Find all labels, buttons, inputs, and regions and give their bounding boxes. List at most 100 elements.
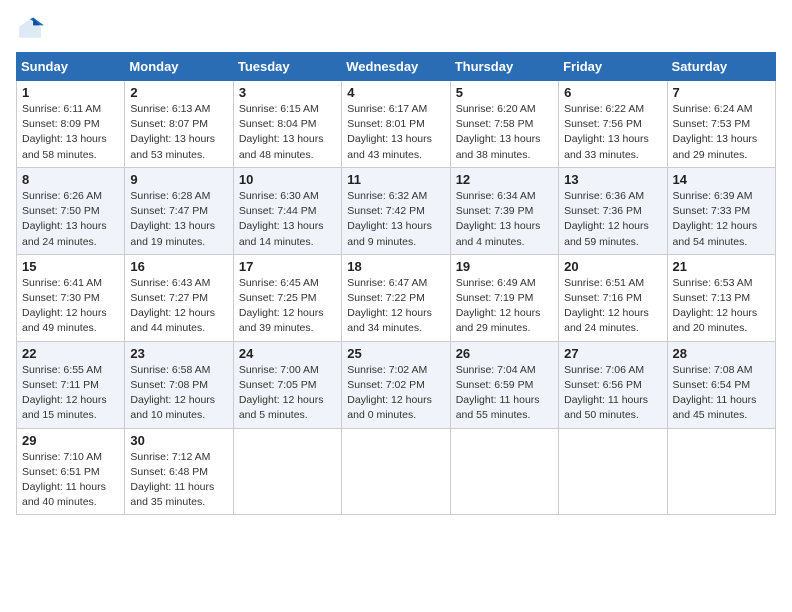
day-number: 22 (22, 346, 119, 361)
day-info: Sunrise: 7:08 AMSunset: 6:54 PMDaylight:… (673, 363, 770, 424)
day-number: 17 (239, 259, 336, 274)
day-info: Sunrise: 6:17 AMSunset: 8:01 PMDaylight:… (347, 102, 444, 163)
day-info: Sunrise: 7:12 AMSunset: 6:48 PMDaylight:… (130, 450, 227, 511)
calendar-cell: 28 Sunrise: 7:08 AMSunset: 6:54 PMDaylig… (667, 341, 775, 428)
day-number: 24 (239, 346, 336, 361)
day-number: 2 (130, 85, 227, 100)
day-header-sunday: Sunday (17, 53, 125, 81)
day-info: Sunrise: 6:53 AMSunset: 7:13 PMDaylight:… (673, 276, 770, 337)
day-info: Sunrise: 6:36 AMSunset: 7:36 PMDaylight:… (564, 189, 661, 250)
calendar-cell: 14 Sunrise: 6:39 AMSunset: 7:33 PMDaylig… (667, 167, 775, 254)
calendar-cell: 19 Sunrise: 6:49 AMSunset: 7:19 PMDaylig… (450, 254, 558, 341)
page-header (16, 16, 776, 44)
calendar-cell: 17 Sunrise: 6:45 AMSunset: 7:25 PMDaylig… (233, 254, 341, 341)
day-number: 15 (22, 259, 119, 274)
day-number: 8 (22, 172, 119, 187)
calendar-cell (342, 428, 450, 515)
calendar-cell: 12 Sunrise: 6:34 AMSunset: 7:39 PMDaylig… (450, 167, 558, 254)
logo-icon (16, 16, 44, 44)
day-info: Sunrise: 6:26 AMSunset: 7:50 PMDaylight:… (22, 189, 119, 250)
day-info: Sunrise: 6:51 AMSunset: 7:16 PMDaylight:… (564, 276, 661, 337)
calendar-cell: 24 Sunrise: 7:00 AMSunset: 7:05 PMDaylig… (233, 341, 341, 428)
day-info: Sunrise: 7:02 AMSunset: 7:02 PMDaylight:… (347, 363, 444, 424)
calendar-cell (559, 428, 667, 515)
calendar-cell: 26 Sunrise: 7:04 AMSunset: 6:59 PMDaylig… (450, 341, 558, 428)
day-header-monday: Monday (125, 53, 233, 81)
calendar-table: SundayMondayTuesdayWednesdayThursdayFrid… (16, 52, 776, 515)
calendar-cell: 1 Sunrise: 6:11 AMSunset: 8:09 PMDayligh… (17, 81, 125, 168)
day-info: Sunrise: 6:41 AMSunset: 7:30 PMDaylight:… (22, 276, 119, 337)
calendar-cell: 7 Sunrise: 6:24 AMSunset: 7:53 PMDayligh… (667, 81, 775, 168)
week-row-1: 1 Sunrise: 6:11 AMSunset: 8:09 PMDayligh… (17, 81, 776, 168)
day-number: 7 (673, 85, 770, 100)
calendar-cell: 16 Sunrise: 6:43 AMSunset: 7:27 PMDaylig… (125, 254, 233, 341)
calendar-cell: 27 Sunrise: 7:06 AMSunset: 6:56 PMDaylig… (559, 341, 667, 428)
calendar-cell: 21 Sunrise: 6:53 AMSunset: 7:13 PMDaylig… (667, 254, 775, 341)
day-number: 23 (130, 346, 227, 361)
week-row-2: 8 Sunrise: 6:26 AMSunset: 7:50 PMDayligh… (17, 167, 776, 254)
day-number: 14 (673, 172, 770, 187)
day-header-tuesday: Tuesday (233, 53, 341, 81)
day-number: 19 (456, 259, 553, 274)
day-info: Sunrise: 7:10 AMSunset: 6:51 PMDaylight:… (22, 450, 119, 511)
day-number: 1 (22, 85, 119, 100)
day-info: Sunrise: 7:06 AMSunset: 6:56 PMDaylight:… (564, 363, 661, 424)
calendar-cell: 18 Sunrise: 6:47 AMSunset: 7:22 PMDaylig… (342, 254, 450, 341)
day-header-saturday: Saturday (667, 53, 775, 81)
day-info: Sunrise: 6:24 AMSunset: 7:53 PMDaylight:… (673, 102, 770, 163)
day-info: Sunrise: 6:32 AMSunset: 7:42 PMDaylight:… (347, 189, 444, 250)
calendar-cell (667, 428, 775, 515)
calendar-cell: 6 Sunrise: 6:22 AMSunset: 7:56 PMDayligh… (559, 81, 667, 168)
calendar-cell: 4 Sunrise: 6:17 AMSunset: 8:01 PMDayligh… (342, 81, 450, 168)
day-number: 5 (456, 85, 553, 100)
calendar-cell (233, 428, 341, 515)
logo (16, 16, 48, 44)
calendar-cell: 3 Sunrise: 6:15 AMSunset: 8:04 PMDayligh… (233, 81, 341, 168)
day-number: 21 (673, 259, 770, 274)
calendar-cell: 8 Sunrise: 6:26 AMSunset: 7:50 PMDayligh… (17, 167, 125, 254)
day-number: 3 (239, 85, 336, 100)
day-header-wednesday: Wednesday (342, 53, 450, 81)
calendar-cell: 11 Sunrise: 6:32 AMSunset: 7:42 PMDaylig… (342, 167, 450, 254)
calendar-cell: 22 Sunrise: 6:55 AMSunset: 7:11 PMDaylig… (17, 341, 125, 428)
day-number: 16 (130, 259, 227, 274)
calendar-cell: 15 Sunrise: 6:41 AMSunset: 7:30 PMDaylig… (17, 254, 125, 341)
day-number: 30 (130, 433, 227, 448)
calendar-cell: 23 Sunrise: 6:58 AMSunset: 7:08 PMDaylig… (125, 341, 233, 428)
calendar-cell: 29 Sunrise: 7:10 AMSunset: 6:51 PMDaylig… (17, 428, 125, 515)
week-row-3: 15 Sunrise: 6:41 AMSunset: 7:30 PMDaylig… (17, 254, 776, 341)
day-number: 6 (564, 85, 661, 100)
day-info: Sunrise: 6:49 AMSunset: 7:19 PMDaylight:… (456, 276, 553, 337)
day-number: 29 (22, 433, 119, 448)
calendar-cell: 10 Sunrise: 6:30 AMSunset: 7:44 PMDaylig… (233, 167, 341, 254)
week-row-5: 29 Sunrise: 7:10 AMSunset: 6:51 PMDaylig… (17, 428, 776, 515)
day-number: 18 (347, 259, 444, 274)
calendar-cell: 30 Sunrise: 7:12 AMSunset: 6:48 PMDaylig… (125, 428, 233, 515)
day-info: Sunrise: 6:11 AMSunset: 8:09 PMDaylight:… (22, 102, 119, 163)
day-info: Sunrise: 6:58 AMSunset: 7:08 PMDaylight:… (130, 363, 227, 424)
day-info: Sunrise: 6:20 AMSunset: 7:58 PMDaylight:… (456, 102, 553, 163)
calendar-cell (450, 428, 558, 515)
day-info: Sunrise: 6:22 AMSunset: 7:56 PMDaylight:… (564, 102, 661, 163)
day-info: Sunrise: 6:34 AMSunset: 7:39 PMDaylight:… (456, 189, 553, 250)
day-info: Sunrise: 6:39 AMSunset: 7:33 PMDaylight:… (673, 189, 770, 250)
day-number: 26 (456, 346, 553, 361)
day-info: Sunrise: 6:13 AMSunset: 8:07 PMDaylight:… (130, 102, 227, 163)
day-number: 11 (347, 172, 444, 187)
day-header-friday: Friday (559, 53, 667, 81)
day-number: 4 (347, 85, 444, 100)
day-info: Sunrise: 6:30 AMSunset: 7:44 PMDaylight:… (239, 189, 336, 250)
day-number: 9 (130, 172, 227, 187)
day-info: Sunrise: 6:45 AMSunset: 7:25 PMDaylight:… (239, 276, 336, 337)
day-info: Sunrise: 6:43 AMSunset: 7:27 PMDaylight:… (130, 276, 227, 337)
day-info: Sunrise: 6:47 AMSunset: 7:22 PMDaylight:… (347, 276, 444, 337)
day-number: 10 (239, 172, 336, 187)
day-number: 28 (673, 346, 770, 361)
day-info: Sunrise: 7:00 AMSunset: 7:05 PMDaylight:… (239, 363, 336, 424)
calendar-cell: 20 Sunrise: 6:51 AMSunset: 7:16 PMDaylig… (559, 254, 667, 341)
day-info: Sunrise: 6:55 AMSunset: 7:11 PMDaylight:… (22, 363, 119, 424)
week-row-4: 22 Sunrise: 6:55 AMSunset: 7:11 PMDaylig… (17, 341, 776, 428)
day-info: Sunrise: 6:15 AMSunset: 8:04 PMDaylight:… (239, 102, 336, 163)
day-info: Sunrise: 6:28 AMSunset: 7:47 PMDaylight:… (130, 189, 227, 250)
day-header-thursday: Thursday (450, 53, 558, 81)
